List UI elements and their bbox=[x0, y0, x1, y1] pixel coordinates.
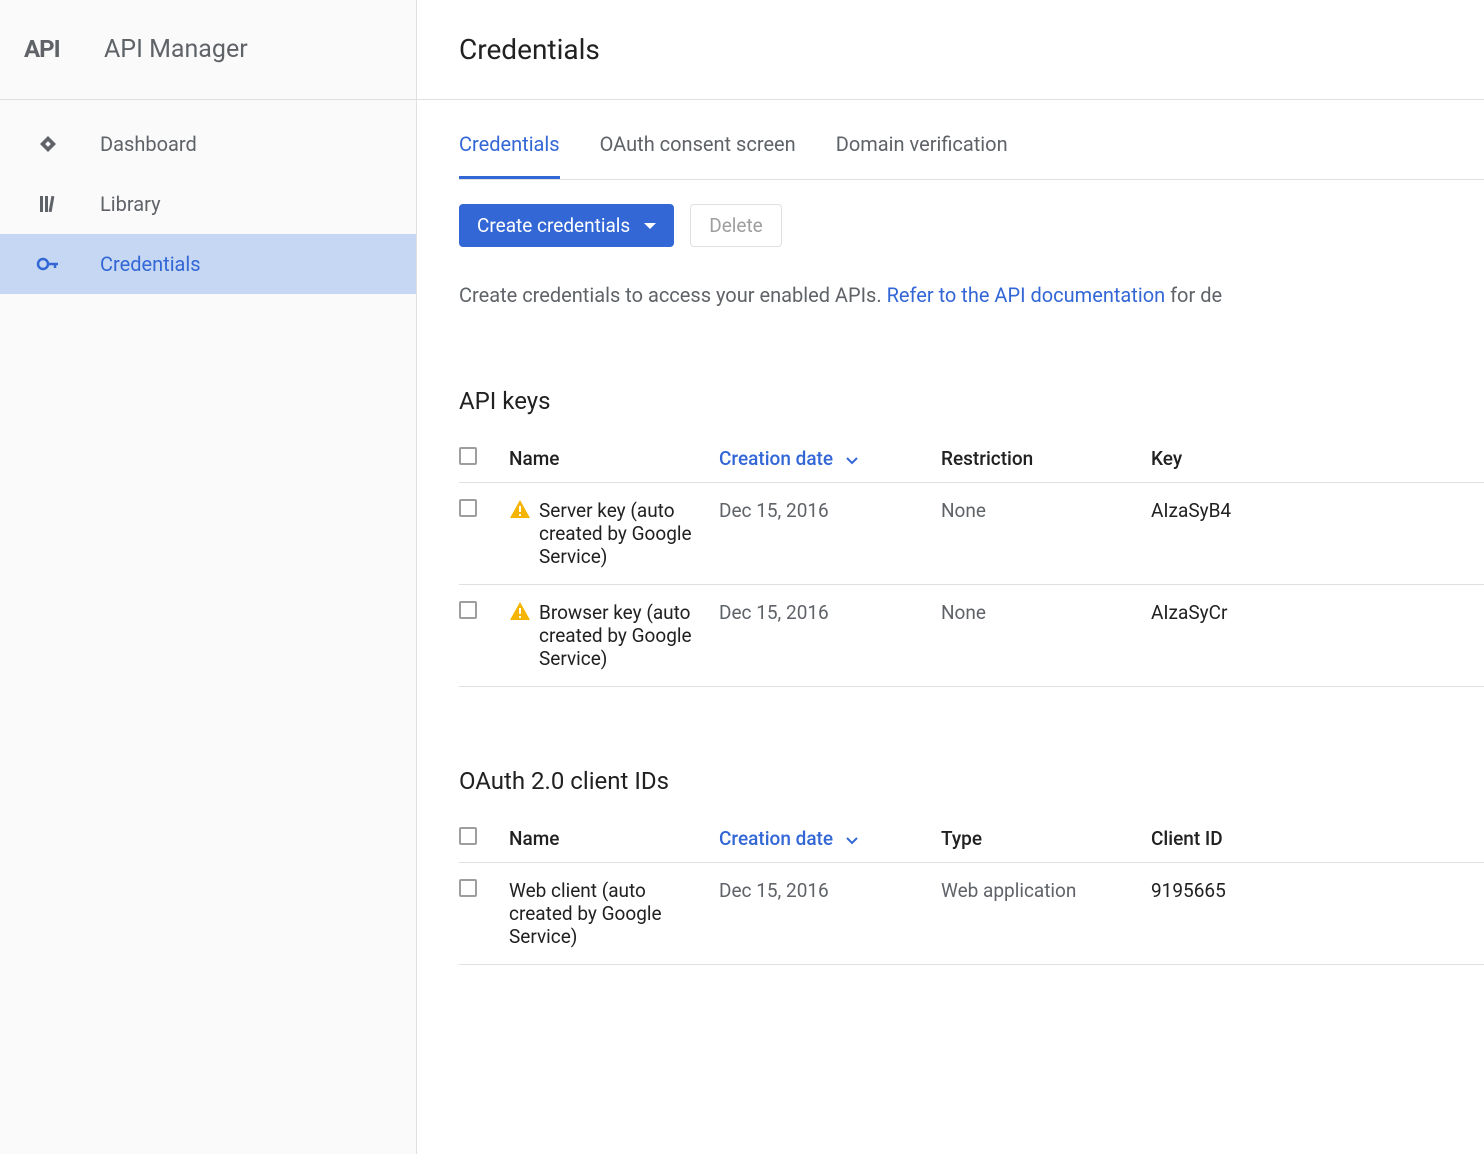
sidebar-item-library[interactable]: Library bbox=[0, 174, 416, 234]
main: Credentials Credentials OAuth consent sc… bbox=[417, 0, 1484, 1154]
oauth-table: Name Creation date Type Client ID bbox=[459, 815, 1484, 965]
oauth-title: OAuth 2.0 client IDs bbox=[459, 767, 1484, 795]
row-date: Dec 15, 2016 bbox=[719, 483, 941, 585]
sidebar-item-label: Credentials bbox=[100, 252, 201, 276]
tabs: Credentials OAuth consent screen Domain … bbox=[459, 100, 1484, 180]
sidebar-item-dashboard[interactable]: Dashboard bbox=[0, 114, 416, 174]
row-type: Web application bbox=[941, 863, 1151, 965]
description-prefix: Create credentials to access your enable… bbox=[459, 283, 887, 307]
row-client-id: 9195665 bbox=[1151, 863, 1484, 965]
api-keys-section: API keys Name Creation date bbox=[459, 387, 1484, 687]
warning-icon bbox=[509, 601, 531, 626]
column-client-id[interactable]: Client ID bbox=[1151, 815, 1484, 863]
main-header: Credentials bbox=[417, 0, 1484, 100]
svg-text:API: API bbox=[24, 37, 60, 63]
table-row: Browser key (auto created by Google Serv… bbox=[459, 585, 1484, 687]
row-name[interactable]: Browser key (auto created by Google Serv… bbox=[539, 601, 711, 670]
row-checkbox[interactable] bbox=[459, 499, 477, 517]
column-creation-date-label: Creation date bbox=[719, 827, 833, 850]
select-all-checkbox[interactable] bbox=[459, 827, 477, 845]
column-type[interactable]: Type bbox=[941, 815, 1151, 863]
sidebar: API API Manager Dashboard bbox=[0, 0, 417, 1154]
row-restriction: None bbox=[941, 585, 1151, 687]
sidebar-item-label: Dashboard bbox=[100, 132, 197, 156]
column-creation-date[interactable]: Creation date bbox=[719, 435, 941, 483]
api-keys-title: API keys bbox=[459, 387, 1484, 415]
column-name[interactable]: Name bbox=[509, 435, 719, 483]
tab-domain-verification[interactable]: Domain verification bbox=[836, 132, 1008, 179]
description-link[interactable]: Refer to the API documentation bbox=[887, 283, 1166, 307]
row-key: AIzaSyCr bbox=[1151, 585, 1484, 687]
row-name[interactable]: Server key (auto created by Google Servi… bbox=[539, 499, 711, 568]
column-key[interactable]: Key bbox=[1151, 435, 1484, 483]
sidebar-item-credentials[interactable]: Credentials bbox=[0, 234, 416, 294]
warning-icon bbox=[509, 499, 531, 524]
row-checkbox[interactable] bbox=[459, 601, 477, 619]
sidebar-nav: Dashboard Library bbox=[0, 100, 416, 294]
tab-oauth-consent[interactable]: OAuth consent screen bbox=[600, 132, 796, 179]
column-creation-date[interactable]: Creation date bbox=[719, 815, 941, 863]
chevron-down-icon bbox=[846, 827, 858, 850]
row-name[interactable]: Web client (auto created by Google Servi… bbox=[509, 879, 711, 948]
key-icon bbox=[36, 252, 60, 276]
api-keys-table: Name Creation date Restriction Key bbox=[459, 435, 1484, 687]
action-row: Create credentials Delete bbox=[459, 204, 1484, 247]
sidebar-header: API API Manager bbox=[0, 0, 416, 100]
table-row: Web client (auto created by Google Servi… bbox=[459, 863, 1484, 965]
row-checkbox[interactable] bbox=[459, 879, 477, 897]
column-creation-date-label: Creation date bbox=[719, 447, 833, 470]
sidebar-item-label: Library bbox=[100, 192, 161, 216]
row-date: Dec 15, 2016 bbox=[719, 863, 941, 965]
page-title: Credentials bbox=[459, 33, 600, 66]
column-restriction[interactable]: Restriction bbox=[941, 435, 1151, 483]
dashboard-icon bbox=[36, 132, 60, 156]
api-logo-icon: API bbox=[24, 37, 80, 63]
description: Create credentials to access your enable… bbox=[459, 283, 1484, 307]
table-row: Server key (auto created by Google Servi… bbox=[459, 483, 1484, 585]
description-suffix: for de bbox=[1165, 283, 1222, 307]
create-credentials-label: Create credentials bbox=[477, 214, 630, 237]
row-restriction: None bbox=[941, 483, 1151, 585]
oauth-section: OAuth 2.0 client IDs Name Creation date bbox=[459, 767, 1484, 965]
delete-button[interactable]: Delete bbox=[690, 204, 782, 247]
row-date: Dec 15, 2016 bbox=[719, 585, 941, 687]
app-title: API Manager bbox=[104, 35, 248, 64]
content: Credentials OAuth consent screen Domain … bbox=[417, 100, 1484, 965]
tab-credentials[interactable]: Credentials bbox=[459, 132, 560, 179]
select-all-checkbox[interactable] bbox=[459, 447, 477, 465]
row-key: AIzaSyB4 bbox=[1151, 483, 1484, 585]
library-icon bbox=[36, 192, 60, 216]
chevron-down-icon bbox=[846, 447, 858, 470]
dropdown-triangle-icon bbox=[644, 223, 656, 229]
column-name[interactable]: Name bbox=[509, 815, 719, 863]
create-credentials-button[interactable]: Create credentials bbox=[459, 204, 674, 247]
